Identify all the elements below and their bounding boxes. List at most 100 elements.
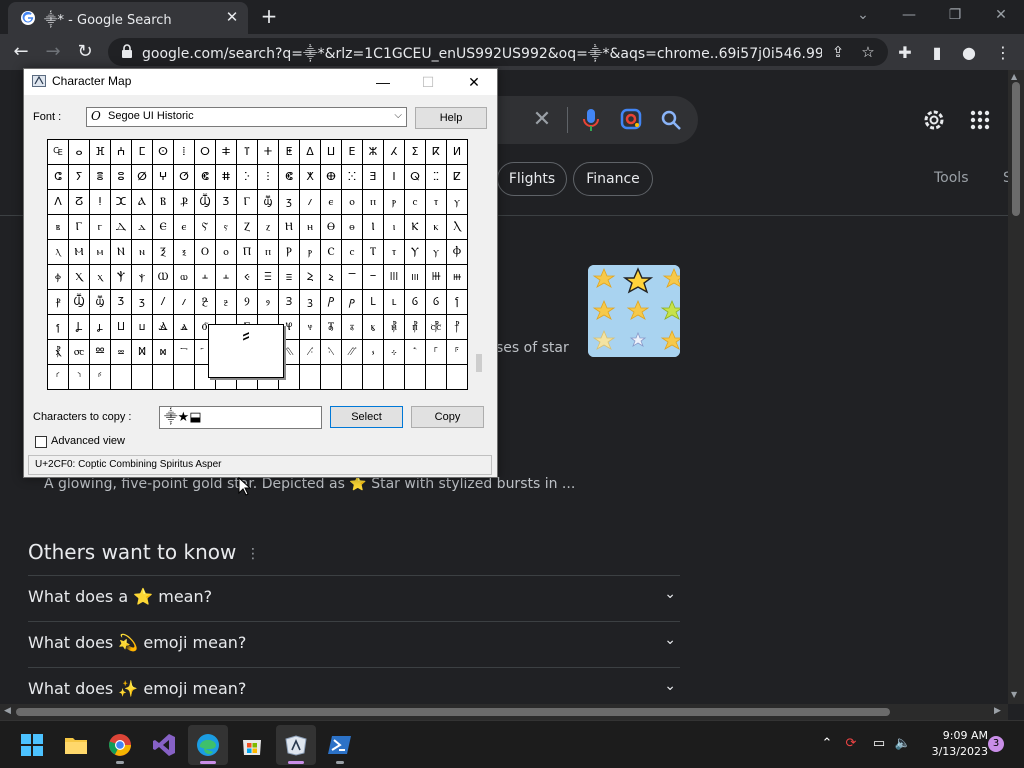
character-cell[interactable]: ⲳ: [195, 265, 216, 290]
microphone-icon[interactable]: [582, 108, 600, 132]
character-cell[interactable]: ⳑ: [384, 290, 405, 315]
character-cell[interactable]: Ⳏ: [321, 290, 342, 315]
character-cell[interactable]: ⳽: [363, 340, 384, 365]
scroll-up-arrow-icon[interactable]: ▲: [1011, 72, 1017, 81]
character-cell[interactable]: ⳁ: [48, 290, 69, 315]
character-cell[interactable]: ⲉ: [321, 190, 342, 215]
vertical-scrollbar[interactable]: ▲ ▼: [1008, 70, 1024, 704]
chip-finance[interactable]: Finance: [573, 162, 653, 196]
character-cell[interactable]: Ⲗ: [447, 215, 468, 240]
character-cell[interactable]: Ⳉ: [195, 290, 216, 315]
character-cell[interactable]: ⳅ: [132, 290, 153, 315]
character-cell[interactable]: Ⲅ: [237, 190, 258, 215]
character-cell[interactable]: ⳇ: [300, 190, 321, 215]
scroll-down-arrow-icon[interactable]: ▼: [1011, 690, 1017, 699]
character-cell[interactable]: ⲳ: [216, 265, 237, 290]
character-cell[interactable]: ⵔ: [195, 140, 216, 165]
character-cell[interactable]: ⳍ: [300, 290, 321, 315]
character-cell[interactable]: Ⳇ: [153, 290, 174, 315]
character-cell[interactable]: Ⲓ: [363, 215, 384, 240]
character-cell[interactable]: ⳗ: [90, 315, 111, 340]
advanced-view-checkbox[interactable]: [35, 436, 47, 448]
character-cell[interactable]: ⲣ: [384, 190, 405, 215]
character-cell[interactable]: Ⳕ: [447, 290, 468, 315]
network-icon[interactable]: ▭: [870, 735, 888, 753]
character-cell[interactable]: ⲩ: [447, 190, 468, 215]
character-cell[interactable]: ⵒ: [69, 190, 90, 215]
character-cell[interactable]: ⵡ: [321, 140, 342, 165]
tools-button[interactable]: Tools: [934, 170, 969, 186]
character-cell[interactable]: Ⲻ: [342, 265, 363, 290]
character-cell[interactable]: ⲓ: [384, 215, 405, 240]
character-cell[interactable]: Ⲭ: [69, 265, 90, 290]
character-cell[interactable]: ⳺: [300, 340, 321, 365]
character-cell[interactable]: ⲑ: [342, 215, 363, 240]
address-bar[interactable]: google.com/search?q=⸎*&rlz=1C1GCEU_enUS9…: [108, 38, 888, 66]
character-cell[interactable]: ⲹ: [321, 265, 342, 290]
character-cell[interactable]: ⳤ: [363, 315, 384, 340]
character-cell[interactable]: ⲋ: [216, 215, 237, 240]
character-cell[interactable]: Ⲑ: [321, 215, 342, 240]
character-cell[interactable]: ⸁: [447, 340, 468, 365]
character-cell[interactable]: ⳛ: [174, 315, 195, 340]
character-cell[interactable]: Ⲥ: [321, 240, 342, 265]
character-cell[interactable]: ⲅ: [90, 215, 111, 240]
chrome-menu-icon[interactable]: ⋮: [992, 42, 1014, 64]
character-cell[interactable]: ⲡ: [258, 240, 279, 265]
character-cell[interactable]: ⴺ: [363, 165, 384, 190]
character-cell[interactable]: [321, 365, 342, 390]
character-cell[interactable]: Ⳑ: [363, 290, 384, 315]
horizontal-scrollbar[interactable]: ◀ ▶: [0, 704, 1008, 720]
character-cell[interactable]: ⲕ: [426, 215, 447, 240]
character-cell[interactable]: ⵋ: [111, 190, 132, 215]
character-cell[interactable]: ⵁ: [132, 165, 153, 190]
character-cell[interactable]: Ⲅ: [69, 215, 90, 240]
character-cell[interactable]: Ⲫ: [447, 240, 468, 265]
character-cell[interactable]: [363, 365, 384, 390]
character-cell[interactable]: Ⲽ: [384, 265, 405, 290]
characters-to-copy-input[interactable]: ⸎★⬓: [159, 406, 322, 429]
character-cell[interactable]: ⵠ: [300, 140, 321, 165]
clock-date[interactable]: 3/13/2023: [920, 745, 988, 758]
character-cell[interactable]: ⴶ: [237, 140, 258, 165]
character-cell[interactable]: ⴷ: [48, 190, 69, 215]
character-cell[interactable]: ⲝ: [174, 240, 195, 265]
character-cell[interactable]: Ⲝ: [153, 240, 174, 265]
question-item[interactable]: What does a ⭐ mean? ⌄: [28, 584, 680, 614]
character-cell[interactable]: ⳃ: [90, 290, 111, 315]
character-cell[interactable]: ⳻: [321, 340, 342, 365]
character-cell[interactable]: ⳙ: [132, 315, 153, 340]
character-cell[interactable]: Ⳮ: [132, 340, 153, 365]
side-panel-icon[interactable]: ▮: [926, 42, 948, 64]
character-cell[interactable]: Ⲟ: [195, 240, 216, 265]
character-cell[interactable]: ⳏ: [342, 290, 363, 315]
character-cell[interactable]: ⲽ: [405, 265, 426, 290]
character-cell[interactable]: ⵕ: [405, 165, 426, 190]
character-cell[interactable]: Ⲍ: [237, 215, 258, 240]
select-button[interactable]: Select: [330, 406, 403, 428]
clock-time[interactable]: 9:09 AM: [928, 729, 988, 742]
character-cell[interactable]: ⵐ: [216, 140, 237, 165]
new-tab-button[interactable]: +: [258, 6, 280, 28]
character-cell[interactable]: Ⲩ: [405, 240, 426, 265]
character-cell[interactable]: Ⳗ: [69, 315, 90, 340]
character-cell[interactable]: ⲃ: [48, 215, 69, 240]
character-cell[interactable]: [153, 365, 174, 390]
scroll-left-arrow-icon[interactable]: ◀: [4, 706, 11, 716]
character-cell[interactable]: ⴲ: [321, 165, 342, 190]
character-cell[interactable]: ⵍ: [447, 140, 468, 165]
character-cell[interactable]: ⳼: [342, 340, 363, 365]
character-cell[interactable]: Ⲕ: [405, 215, 426, 240]
character-cell[interactable]: ⳬ: [111, 340, 132, 365]
taskbar-powershell[interactable]: [320, 725, 360, 765]
character-cell[interactable]: Ⲿ: [426, 265, 447, 290]
scrollbar-thumb[interactable]: [16, 708, 890, 716]
character-cell[interactable]: ⸂: [48, 365, 69, 390]
character-cell[interactable]: ⵑ: [90, 190, 111, 215]
character-cell[interactable]: ⵞ: [195, 165, 216, 190]
scrollbar-thumb[interactable]: [1012, 82, 1020, 216]
character-cell[interactable]: ⵞ: [279, 165, 300, 190]
character-cell[interactable]: ⵘ: [342, 165, 363, 190]
character-cell[interactable]: ⴻ: [90, 165, 111, 190]
clear-search-icon[interactable]: ✕: [530, 108, 554, 132]
